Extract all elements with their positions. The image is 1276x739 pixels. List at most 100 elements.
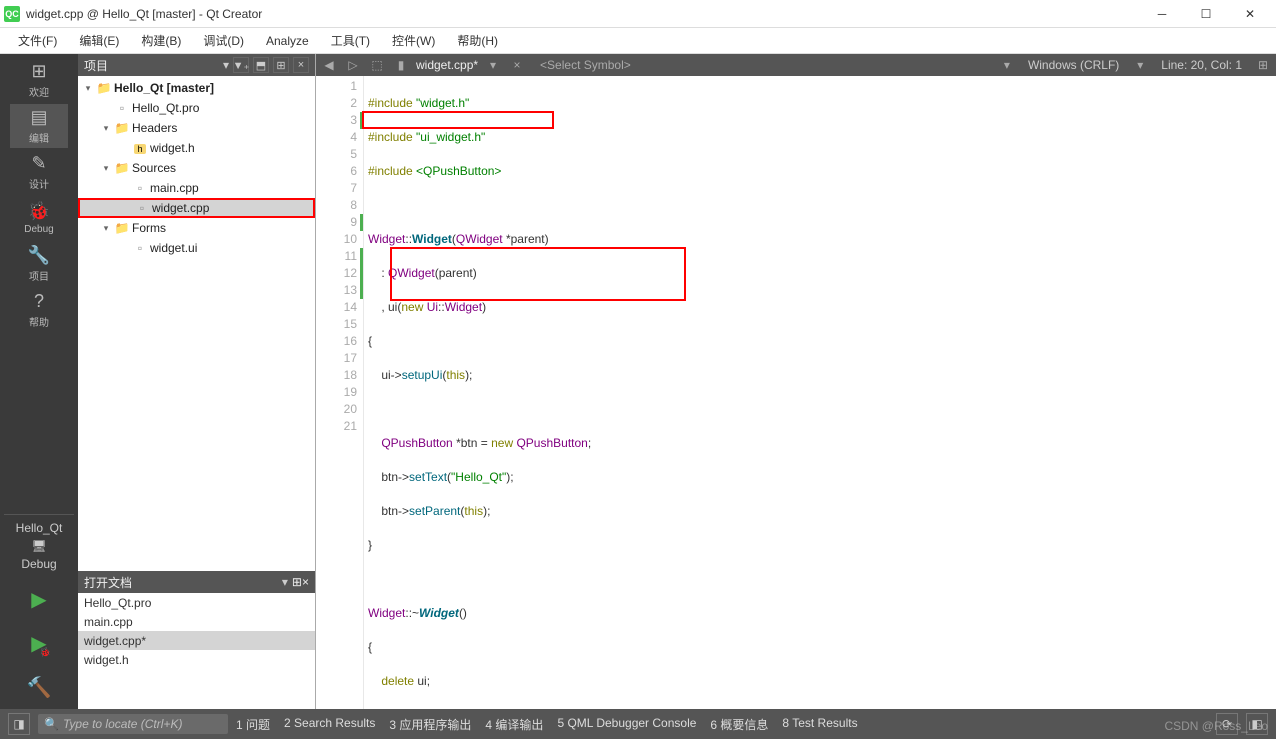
mode-button[interactable]: ✎设计	[10, 150, 68, 194]
mode-button[interactable]: ⊞ 欢迎	[10, 58, 68, 102]
window-title: widget.cpp @ Hello_Qt [master] - Qt Crea…	[26, 7, 1140, 21]
tree-node[interactable]: ▫Hello_Qt.pro	[78, 98, 315, 118]
back-icon[interactable]: ◀	[320, 58, 338, 72]
maximize-button[interactable]: ☐	[1184, 0, 1228, 28]
menu-item[interactable]: 调试(D)	[193, 28, 254, 53]
menu-item[interactable]: 控件(W)	[382, 28, 445, 53]
mode-label: 编辑	[29, 130, 49, 145]
mode-label: 帮助	[29, 314, 49, 329]
close-panel-icon[interactable]: ×	[302, 575, 309, 589]
output-tab[interactable]: 5 QML Debugger Console	[557, 716, 696, 733]
app-logo: QC	[4, 6, 20, 22]
file-icon: ▫	[134, 201, 150, 215]
expand-icon[interactable]: ▾	[100, 123, 112, 134]
dropdown-icon[interactable]: ▾	[223, 58, 229, 72]
tree-node[interactable]: ▾📁Forms	[78, 218, 315, 238]
tree-label: Forms	[132, 221, 166, 235]
menu-item[interactable]: 文件(F)	[8, 28, 67, 53]
docs-panel-title: 打开文档	[84, 574, 282, 591]
tree-label: main.cpp	[150, 181, 199, 195]
open-docs-list[interactable]: Hello_Qt.promain.cppwidget.cpp*widget.h	[78, 593, 315, 709]
tree-node[interactable]: ▾📁Sources	[78, 158, 315, 178]
cursor-position[interactable]: Line: 20, Col: 1	[1155, 58, 1248, 72]
watermark: CSDN @Ross_Leo	[1164, 719, 1268, 733]
mode-label: 欢迎	[29, 84, 49, 99]
run-button[interactable]: ▶	[15, 581, 63, 617]
code-area[interactable]: 123456789101112131415161718192021 #inclu…	[316, 76, 1276, 709]
forward-icon[interactable]: ▷	[344, 58, 362, 72]
locator-input[interactable]: 🔍 Type to locate (Ctrl+K)	[38, 714, 228, 734]
menu-item[interactable]: 构建(B)	[131, 28, 191, 53]
tree-node[interactable]: ▫widget.cpp	[78, 198, 315, 218]
close-button[interactable]: ✕	[1228, 0, 1272, 28]
tree-node[interactable]: hwidget.h	[78, 138, 315, 158]
minimize-button[interactable]: ─	[1140, 0, 1184, 28]
menu-item[interactable]: 工具(T)	[321, 28, 380, 53]
mode-button[interactable]: ?帮助	[10, 288, 68, 332]
file-icon: ▮	[392, 58, 410, 72]
mode-sidebar: ⊞ 欢迎 ▤编辑✎设计🐞Debug🔧项目?帮助 Hello_Qt🖥Debug ▶ ▶🐞 🔨	[0, 54, 78, 709]
mode-label: Debug	[24, 224, 53, 235]
build-button[interactable]: 🔨	[15, 669, 63, 705]
doc-item[interactable]: widget.h	[78, 650, 315, 669]
output-tabs[interactable]: 1 问题 2 Search Results 3 应用程序输出 4 编译输出 5 QML …	[236, 716, 858, 733]
mode-button[interactable]: 🐞Debug	[10, 196, 68, 240]
highlight-box	[362, 111, 554, 129]
tree-label: Headers	[132, 121, 177, 135]
output-tab[interactable]: 6 概要信息	[710, 716, 768, 733]
file-icon: 📁	[96, 81, 112, 95]
doc-item[interactable]: main.cpp	[78, 612, 315, 631]
line-ending-label[interactable]: Windows (CRLF)	[1022, 58, 1125, 72]
search-placeholder: Type to locate (Ctrl+K)	[63, 717, 182, 731]
split-icon[interactable]: ⊞	[292, 575, 302, 589]
dropdown-icon[interactable]: ▾	[282, 575, 288, 589]
filter-icon[interactable]: ▼₊	[233, 57, 249, 73]
doc-item[interactable]: widget.cpp*	[78, 631, 315, 650]
project-tree[interactable]: ▾📁Hello_Qt [master]▫Hello_Qt.pro▾📁Header…	[78, 76, 315, 571]
code-editor: ◀ ▷ ⬚ ▮ widget.cpp* ▾ × <Select Symbol> …	[316, 54, 1276, 709]
dropdown-icon[interactable]: ▾	[484, 58, 502, 72]
expand-icon[interactable]: ▾	[82, 83, 94, 94]
mode-icon: ✎	[31, 153, 46, 174]
output-tab[interactable]: 2 Search Results	[284, 716, 375, 733]
symbol-selector[interactable]: <Select Symbol>	[532, 58, 639, 72]
project-panel-header: 项目 ▾ ▼₊ ⬒ ⊞ ×	[78, 54, 315, 76]
output-tab[interactable]: 4 编译输出	[485, 716, 543, 733]
dropdown-icon[interactable]: ▾	[1131, 58, 1149, 72]
expand-icon[interactable]: ▾	[100, 163, 112, 174]
file-icon: ▫	[132, 241, 148, 255]
output-tab[interactable]: 1 问题	[236, 716, 270, 733]
close-panel-icon[interactable]: ×	[293, 57, 309, 73]
tree-node[interactable]: ▾📁Headers	[78, 118, 315, 138]
close-file-icon[interactable]: ×	[508, 58, 526, 72]
split-editor-icon[interactable]: ⊞	[1254, 58, 1272, 72]
toggle-sidebar-icon[interactable]: ◨	[8, 713, 30, 735]
tree-node[interactable]: ▾📁Hello_Qt [master]	[78, 78, 315, 98]
split-icon[interactable]: ⊞	[273, 57, 289, 73]
doc-item[interactable]: Hello_Qt.pro	[78, 593, 315, 612]
menu-item[interactable]: 帮助(H)	[447, 28, 508, 53]
link-icon[interactable]: ⬒	[253, 57, 269, 73]
editor-toolbar: ◀ ▷ ⬚ ▮ widget.cpp* ▾ × <Select Symbol> …	[316, 54, 1276, 76]
tree-label: Hello_Qt [master]	[114, 81, 214, 95]
menu-item[interactable]: 编辑(E)	[69, 28, 129, 53]
output-tab[interactable]: 3 应用程序输出	[389, 716, 471, 733]
tree-node[interactable]: ▫main.cpp	[78, 178, 315, 198]
editor-filename[interactable]: widget.cpp*	[416, 58, 478, 72]
source-text[interactable]: #include "widget.h" #include "ui_widget.…	[364, 76, 1276, 709]
mode-icon: ⊞	[31, 61, 46, 82]
tree-label: widget.h	[150, 141, 195, 155]
line-gutter: 123456789101112131415161718192021	[316, 76, 364, 709]
dropdown-icon[interactable]: ▾	[998, 58, 1016, 72]
output-tab[interactable]: 8 Test Results	[782, 716, 857, 733]
menu-item[interactable]: Analyze	[256, 30, 319, 52]
tree-node[interactable]: ▫widget.ui	[78, 238, 315, 258]
expand-icon[interactable]: ▾	[100, 223, 112, 234]
kit-selector[interactable]: Hello_Qt🖥Debug	[4, 514, 74, 577]
tree-label: Sources	[132, 161, 176, 175]
mode-button[interactable]: 🔧项目	[10, 242, 68, 286]
mode-button[interactable]: ▤编辑	[10, 104, 68, 148]
run-button[interactable]: ▶🐞	[15, 625, 63, 661]
lock-icon[interactable]: ⬚	[368, 58, 386, 72]
file-icon: 📁	[114, 221, 130, 235]
